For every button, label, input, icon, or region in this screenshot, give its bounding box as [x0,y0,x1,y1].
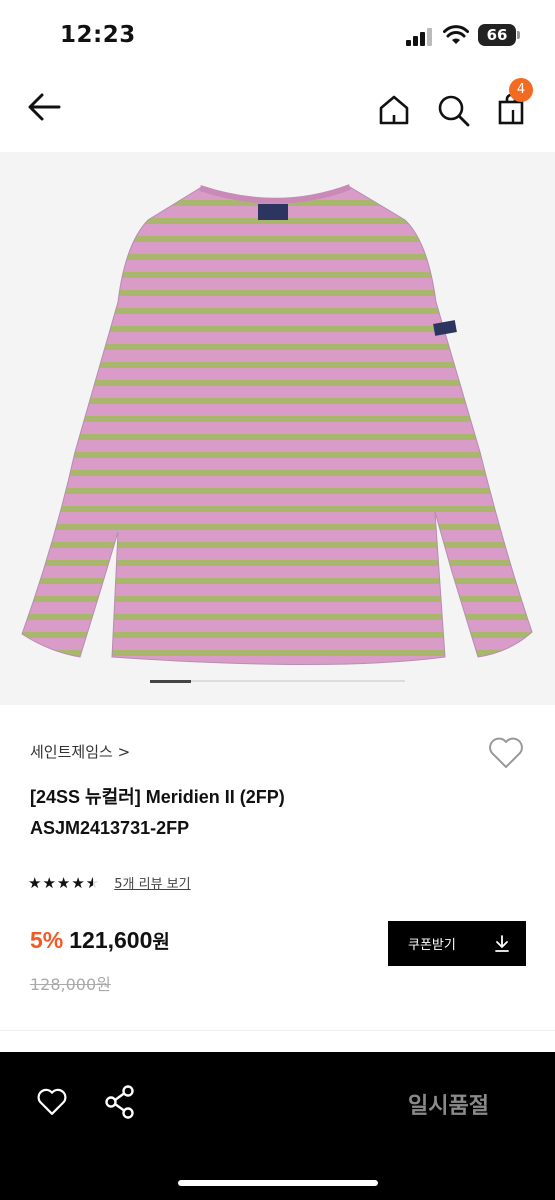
home-indicator [178,1180,378,1186]
cart-count-badge: 4 [509,78,533,102]
search-icon[interactable] [437,94,471,128]
battery-indicator: 66 [478,24,516,46]
product-title-line1: [24SS 뉴컬러] Meridien II (2FP) [30,787,285,807]
gallery-pager [150,679,405,683]
divider [0,1030,555,1031]
price-unit: 원 [152,931,170,953]
heart-icon[interactable] [36,1087,68,1117]
gallery-pager-fill [150,679,191,683]
price-row: 5% 121,600 원 [30,927,170,954]
brand-link[interactable]: 세인트제임스 > [30,741,130,762]
top-nav: 4 [0,70,555,152]
coupon-label: 쿠폰받기 [408,938,456,953]
product-image [21,184,533,665]
product-code: ASJM2413731-2FP [30,818,190,838]
rating-row: ★★★★★★★★★★ 5개 리뷰 보기 [28,873,191,893]
heart-icon[interactable] [487,736,525,770]
product-title: [24SS 뉴컬러] Meridien II (2FP) ASJM2413731… [30,782,450,844]
product-image-gallery[interactable] [0,152,555,705]
share-icon[interactable] [104,1085,136,1119]
sold-out-label: 일시품절 [408,1094,489,1119]
sale-price: 121,600 [69,927,153,953]
bottom-action-bar: 일시품절 [0,1052,555,1200]
home-icon[interactable] [378,94,410,126]
status-bar: 12:23 66 [0,0,555,70]
battery-tip [517,31,520,39]
star-rating-fill: ★★★★★ [28,873,93,892]
coupon-button[interactable]: 쿠폰받기 [388,921,526,966]
wifi-icon [443,25,469,44]
star-rating: ★★★★★★★★★★ [28,873,101,892]
reviews-link[interactable]: 5개 리뷰 보기 [114,873,190,892]
status-time: 12:23 [60,22,136,48]
signal-icon [406,28,432,46]
original-price: 128,000원 [30,975,111,994]
arrow-left-icon[interactable] [26,92,62,122]
download-icon [495,934,509,952]
discount-rate: 5% [30,927,64,953]
